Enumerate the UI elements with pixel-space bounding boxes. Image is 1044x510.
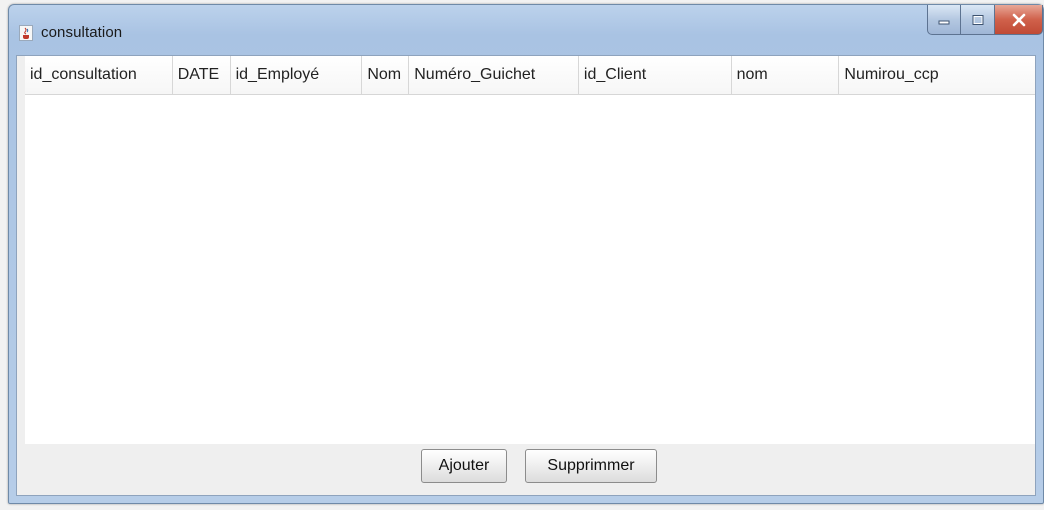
- minimize-button[interactable]: [927, 5, 961, 35]
- column-header-date[interactable]: DATE: [173, 56, 231, 94]
- window-controls: [927, 5, 1043, 37]
- title-bar[interactable]: consultation: [9, 5, 1043, 55]
- close-button[interactable]: [995, 5, 1043, 35]
- maximize-icon: [972, 14, 983, 25]
- column-header-id-employe[interactable]: id_Employé: [231, 56, 363, 94]
- column-header-numirou-ccp[interactable]: Numirou_ccp: [839, 56, 1035, 94]
- consultation-table[interactable]: id_consultation DATE id_Employé Nom Numé…: [25, 56, 1035, 444]
- minimize-icon: [938, 20, 950, 24]
- close-icon: [1012, 13, 1025, 26]
- consultation-window: consultation id_consultation DATE id_Emp…: [8, 4, 1044, 504]
- table-header: id_consultation DATE id_Employé Nom Numé…: [25, 56, 1035, 95]
- column-header-nom[interactable]: Nom: [362, 56, 410, 94]
- column-header-numero-guichet[interactable]: Numéro_Guichet: [409, 56, 579, 94]
- add-button[interactable]: Ajouter: [421, 449, 507, 483]
- window-title: consultation: [41, 24, 123, 41]
- column-header-id-consultation[interactable]: id_consultation: [25, 56, 173, 94]
- column-header-nom-client[interactable]: nom: [732, 56, 840, 94]
- table-body[interactable]: [25, 95, 1035, 444]
- java-cup-icon: [19, 25, 33, 41]
- content-panel: id_consultation DATE id_Employé Nom Numé…: [16, 55, 1036, 496]
- delete-button[interactable]: Supprimmer: [525, 449, 657, 483]
- column-header-id-client[interactable]: id_Client: [579, 56, 732, 94]
- maximize-button[interactable]: [961, 5, 995, 35]
- button-bar: Ajouter Supprimmer: [17, 435, 1035, 495]
